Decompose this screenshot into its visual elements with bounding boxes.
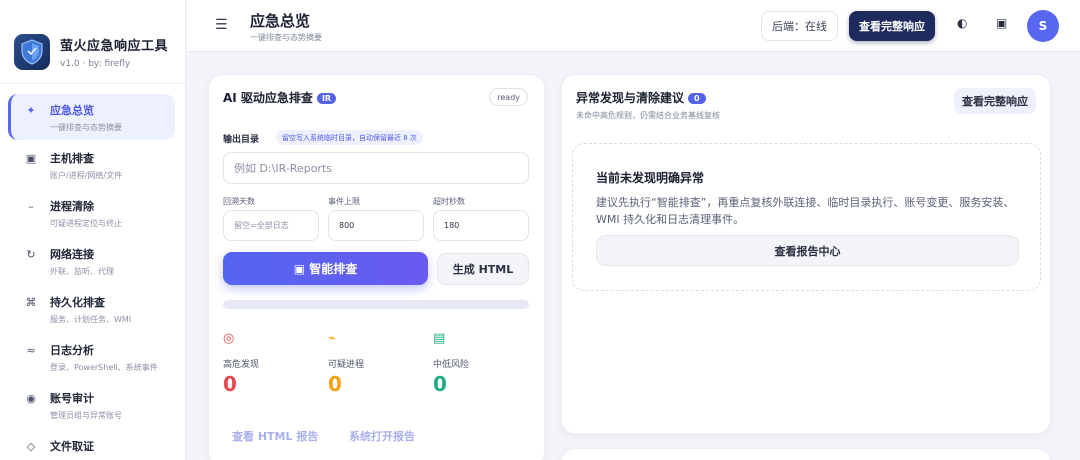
anomaly-card-subtitle: 未命中高危规则，仍需结合业务基线复核	[576, 111, 720, 120]
ir-badge: IR	[316, 93, 337, 104]
target-icon: ◉	[26, 392, 36, 405]
ai-scan-card: AI 驱动应急排查 IR ready 输出目录 留空写入系统临时目录，自动保留最近…	[208, 74, 545, 460]
diamond-icon: ◇	[26, 440, 36, 453]
stat-value: 0	[223, 372, 237, 396]
sidebar-item-persistence[interactable]: ⌘ 持久化排查 服务、计划任务、WMI	[8, 286, 175, 332]
host-icon: ▣	[25, 152, 37, 165]
sidebar-nav: ✦ 应急总览 一键排查与态势摘要 ▣ 主机排查 账户/进程/网络/文件 – 进程…	[0, 84, 185, 460]
app-title: 萤火应急响应工具	[60, 38, 169, 54]
output-dir-label: 输出目录	[223, 135, 260, 145]
anomaly-card-title: 异常发现与清除建议 0	[576, 89, 706, 106]
sidebar-item-host-check[interactable]: ▣ 主机排查 账户/进程/网络/文件	[8, 142, 175, 188]
timeout-input[interactable]	[433, 210, 529, 241]
anomaly-card-title-text: 异常发现与清除建议	[576, 91, 685, 105]
sidebar-item-label: 应急总览	[50, 104, 94, 117]
backend-status: 后端：在线	[761, 11, 838, 41]
sidebar-item-label: 进程清除	[50, 200, 94, 213]
sidebar-item-label: 文件取证	[50, 440, 94, 453]
ai-card-title: AI 驱动应急排查 IR	[223, 89, 337, 106]
menu-icon[interactable]: ☰	[215, 17, 228, 33]
sidebar-item-process-kill[interactable]: – 进程清除 可疑进程定位与终止	[8, 190, 175, 236]
secondary-card	[561, 448, 1051, 460]
stat-label: 可疑进程	[328, 360, 365, 370]
app-version: v1.0 · by: firefly	[60, 58, 131, 69]
list-icon: ▤	[433, 331, 446, 346]
report-center-button[interactable]: 查看报告中心	[596, 235, 1019, 266]
scan-progress-bar	[223, 300, 529, 309]
wave-icon: ≈	[26, 344, 36, 357]
stat-high-risk: ◎ 高危发现 0	[223, 331, 313, 396]
sidebar-item-desc: 账户/进程/网络/文件	[50, 171, 123, 180]
sidebar-item-overview[interactable]: ✦ 应急总览 一键排查与态势摘要	[8, 94, 175, 140]
event-limit-input[interactable]	[328, 210, 424, 241]
sidebar-item-label: 日志分析	[50, 344, 94, 357]
view-html-report-link[interactable]: 查看 HTML 报告	[232, 428, 318, 444]
status-badge: ready	[489, 88, 528, 106]
shield-logo-icon	[14, 33, 50, 70]
pulse-icon: ⌁	[328, 331, 336, 346]
sidebar-item-desc: 管理员组与异常账号	[50, 411, 122, 420]
anomaly-count-badge: 0	[688, 93, 706, 104]
sidebar-item-network[interactable]: ↻ 网络连接 外联、监听、代理	[8, 238, 175, 284]
sidebar-item-file-forensics[interactable]: ◇ 文件取证	[8, 430, 175, 460]
open-report-link[interactable]: 系统打开报告	[349, 428, 415, 444]
output-dir-hint: 留空写入系统临时目录，自动保留最近 8 次	[276, 130, 423, 145]
sidebar-item-label: 主机排查	[50, 152, 94, 165]
sidebar-item-desc: 一键排查与态势摘要	[50, 123, 122, 132]
sidebar-item-label: 持久化排查	[50, 296, 105, 309]
command-icon: ⌘	[25, 296, 37, 309]
stat-value: 0	[433, 372, 447, 396]
anomaly-card: 异常发现与清除建议 0 未命中高危规则，仍需结合业务基线复核 查看完整响应 当前未…	[561, 74, 1051, 434]
page-subtitle: 一键排查与态势摘要	[250, 33, 322, 42]
sidebar-item-label: 网络连接	[50, 248, 94, 261]
refresh-icon: ↻	[26, 248, 36, 261]
ai-card-title-text: AI 驱动应急排查	[223, 91, 313, 105]
event-limit-label: 事件上限	[328, 197, 360, 206]
brand: 萤火应急响应工具 v1.0 · by: firefly	[0, 0, 185, 84]
stat-label: 中低风险	[433, 360, 470, 370]
output-dir-input[interactable]	[223, 152, 529, 184]
stat-suspicious-process: ⌁ 可疑进程 0	[328, 331, 418, 396]
sidebar-item-desc: 可疑进程定位与终止	[50, 219, 122, 228]
avatar[interactable]: S	[1027, 10, 1059, 42]
stat-label: 高危发现	[223, 360, 260, 370]
stat-low-risk: ▤ 中低风险 0	[433, 331, 523, 396]
generate-html-button[interactable]: 生成 HTML	[437, 253, 529, 285]
sidebar-item-log-analysis[interactable]: ≈ 日志分析 登录、PowerShell、系统事件	[8, 334, 175, 380]
page-title: 应急总览	[250, 12, 311, 30]
minus-icon: –	[28, 200, 34, 213]
sidebar-item-account-audit[interactable]: ◉ 账号审计 管理员组与异常账号	[8, 382, 175, 428]
stat-value: 0	[328, 372, 342, 396]
sidebar-item-desc: 登录、PowerShell、系统事件	[50, 363, 158, 372]
smart-scan-button[interactable]: ▣ 智能排查	[223, 252, 428, 285]
layout-icon[interactable]: ▣	[996, 16, 1007, 30]
lookback-days-input[interactable]	[223, 210, 319, 241]
sidebar-item-desc: 服务、计划任务、WMI	[50, 315, 132, 324]
top-header: ☰ 应急总览 一键排查与态势摘要 后端：在线 查看完整响应 ◐ ▣ S	[187, 0, 1080, 52]
empty-state-panel: 当前未发现明确异常 建议先执行“智能排查”，再重点复核外联连接、临时目录执行、账…	[572, 143, 1041, 291]
sidebar-item-label: 账号审计	[50, 392, 94, 405]
empty-state-title: 当前未发现明确异常	[596, 171, 705, 185]
sparkle-icon: ✦	[26, 104, 36, 117]
sidebar-item-desc: 外联、监听、代理	[50, 267, 114, 276]
timeout-label: 超时秒数	[433, 197, 465, 206]
target-icon: ◎	[223, 331, 235, 346]
sidebar: 萤火应急响应工具 v1.0 · by: firefly ✦ 应急总览 一键排查与…	[0, 0, 186, 460]
view-full-response-button[interactable]: 查看完整响应	[849, 11, 935, 41]
empty-state-text: 建议先执行“智能排查”，再重点复核外联连接、临时目录执行、账号变更、服务安装、W…	[596, 196, 1015, 226]
view-full-response-button-secondary[interactable]: 查看完整响应	[954, 88, 1036, 114]
lookback-days-label: 回溯天数	[223, 197, 255, 206]
theme-toggle-icon[interactable]: ◐	[957, 16, 967, 30]
